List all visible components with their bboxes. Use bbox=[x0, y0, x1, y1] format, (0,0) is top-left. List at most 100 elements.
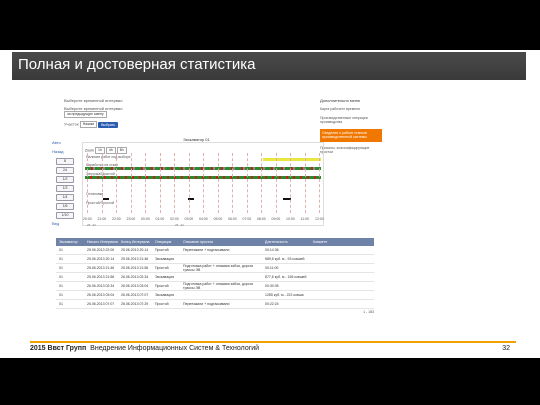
table-cell: 26.06.2013 07:29 bbox=[121, 302, 149, 306]
grid-line bbox=[174, 153, 175, 213]
table-cell: 01 bbox=[59, 302, 63, 306]
grid-line bbox=[130, 153, 132, 213]
time-tick: 03:00 bbox=[184, 217, 194, 221]
nav-auto[interactable]: Авто bbox=[52, 140, 78, 145]
table-row[interactable]: 01 25.06.2013 21:56 26.06.2013 02:34 Экскав… bbox=[56, 273, 374, 282]
menu-item-machine-info[interactable]: Сведения о работе станков производственн… bbox=[320, 128, 382, 142]
table-row[interactable]: 01 26.06.2013 02:34 26.06.2013 03:04 Просто… bbox=[56, 282, 374, 291]
date-label: 25. Jul bbox=[87, 223, 96, 227]
extra-menu: Дополнительно меню Карта рабочего времен… bbox=[320, 98, 382, 159]
menu-item-operations[interactable]: Производственные операции производства bbox=[320, 116, 382, 125]
stop-mark bbox=[103, 198, 109, 200]
area-select[interactable]: Нажим bbox=[79, 121, 97, 128]
title-bar: Полная и достоверная статистика bbox=[12, 52, 526, 80]
col-header[interactable]: Описание простоя bbox=[183, 240, 265, 244]
col-header[interactable]: Длительность bbox=[265, 240, 313, 244]
slide: Полная и достоверная статистика Выберите… bbox=[0, 0, 540, 405]
row-label-availability: Наличие работ под выборе bbox=[86, 155, 131, 159]
left-nav: Авто Назад 8 24 1/2 1/3 1/4 1/6 1/10 Вед bbox=[52, 138, 78, 230]
select-button[interactable]: Выбрать bbox=[98, 121, 119, 128]
table-cell: Простой bbox=[155, 302, 169, 306]
nav-fwd[interactable]: Вед bbox=[52, 221, 78, 226]
table-row[interactable]: 01 26.06.2013 07:07 26.06.2013 07:29 Просто… bbox=[56, 300, 374, 309]
chart-zoom: Zoom 1h 4h 8h bbox=[85, 147, 127, 154]
table-cell: 25.06.2013 21:56 bbox=[121, 266, 149, 270]
table-cell: 00:22:24 bbox=[265, 302, 279, 306]
grid-line bbox=[188, 153, 190, 213]
table-cell: Подготовка работ + отмывка забоя, дорога… bbox=[183, 282, 253, 290]
table-cell: Переезжали + подтаскивали bbox=[183, 302, 230, 306]
table-cell: 26.06.2013 02:34 bbox=[121, 275, 149, 279]
grid-line bbox=[290, 153, 291, 213]
table-row[interactable]: 01 25.06.2013 20:14 25.06.2013 21:46 Экскав… bbox=[56, 255, 374, 264]
nav-back[interactable]: Назад bbox=[52, 149, 78, 154]
col-header[interactable]: Начало Интервала bbox=[87, 240, 121, 244]
time-tick: 23:00 bbox=[126, 217, 136, 221]
zoom-1h[interactable]: 1h bbox=[94, 147, 105, 154]
grid-line bbox=[275, 153, 277, 213]
zoom-button-8[interactable]: 8 bbox=[56, 158, 74, 165]
zoom-button-1-3[interactable]: 1/3 bbox=[56, 185, 74, 192]
col-header[interactable]: Коммент bbox=[313, 240, 343, 244]
app-screenshot: Выберите временной интервал Выберите вре… bbox=[52, 92, 392, 328]
table-cell: Экскавация bbox=[155, 275, 175, 279]
time-tick: 22:00 bbox=[112, 217, 121, 221]
table-cell: 01 bbox=[59, 293, 63, 297]
menu-item-downtime-reasons[interactable]: Причины, классифицирующие простои bbox=[320, 146, 382, 155]
grid-line bbox=[232, 153, 233, 213]
time-tick: 06:00 bbox=[228, 217, 237, 221]
date-label: 26. Jul bbox=[175, 223, 184, 227]
table-cell: 01 bbox=[59, 275, 63, 279]
form-header: Выберите временной интервал bbox=[64, 98, 123, 103]
time-tick: 10:00 bbox=[286, 217, 295, 221]
footer: 2015 Ввст Групп Внедрение Информационных… bbox=[30, 341, 516, 357]
table-cell: 26.06.2013 02:34 bbox=[87, 284, 115, 288]
table-body: 01 25.06.2013 22:00 25.06.2013 20:14 Просто… bbox=[56, 246, 374, 309]
time-tick: 20:00 bbox=[83, 217, 92, 221]
table-cell: 26.06.2013 03:04 bbox=[121, 284, 149, 288]
zoom-button-1-4[interactable]: 1/4 bbox=[56, 194, 74, 201]
time-tick: 04:00 bbox=[199, 217, 208, 221]
table-cell: Экскавация bbox=[155, 293, 175, 297]
row-label-downtime: Простой/Простой bbox=[86, 201, 115, 205]
time-tick: 21:00 bbox=[97, 217, 107, 221]
col-header[interactable]: Операция bbox=[155, 240, 183, 244]
table-cell: 01 bbox=[59, 284, 63, 288]
zoom-button-1-6[interactable]: 1/6 bbox=[56, 203, 74, 210]
table-pager: 1 - 183 bbox=[363, 310, 374, 314]
table-cell: Экскавация bbox=[155, 257, 175, 261]
grid-line bbox=[203, 153, 204, 213]
grid-line bbox=[319, 153, 320, 213]
zoom-8h[interactable]: 8h bbox=[116, 147, 127, 154]
zoom-button-1-10[interactable]: 1/10 bbox=[56, 212, 74, 219]
table-cell: 25.06.2013 21:46 bbox=[121, 257, 149, 261]
slide-title: Полная и достоверная статистика bbox=[18, 56, 256, 73]
table-row[interactable]: 01 25.06.2013 21:46 25.06.2013 21:56 Просто… bbox=[56, 264, 374, 273]
time-tick: 07:00 bbox=[242, 217, 252, 221]
zoom-button-1-2[interactable]: 1/2 bbox=[56, 176, 74, 183]
table-cell: 25.06.2013 20:14 bbox=[121, 248, 149, 252]
col-header[interactable]: Экскаватор bbox=[56, 240, 87, 244]
time-tick: 02:00 bbox=[170, 217, 179, 221]
table-row[interactable]: 01 26.06.2013 03:04 26.06.2013 07:07 Экскав… bbox=[56, 291, 374, 300]
extra-menu-header: Дополнительно меню bbox=[320, 98, 361, 103]
menu-item-worktime[interactable]: Карта рабочего времени bbox=[320, 107, 382, 112]
interval-select[interactable]: за предыдущую смену bbox=[64, 111, 107, 118]
zoom-button-24[interactable]: 24 bbox=[56, 167, 74, 174]
interval-form: Выберите временной интервал Выберите вре… bbox=[64, 98, 164, 128]
time-tick: 11:00 bbox=[300, 217, 310, 221]
table-cell: 26.06.2013 03:04 bbox=[87, 293, 115, 297]
zoom-label: Zoom bbox=[85, 148, 94, 153]
table-cell: 877,6 куб. м - 156 ковшей bbox=[265, 275, 307, 279]
grid-line bbox=[217, 153, 219, 213]
time-tick: 09:00 bbox=[271, 217, 281, 221]
timeline-chart: Экскаватор 01 Zoom 1h 4h 8h Наличие рабо… bbox=[82, 137, 324, 227]
zoom-4h[interactable]: 4h bbox=[105, 147, 116, 154]
table-cell: 25.06.2013 22:00 bbox=[87, 248, 115, 252]
table-row[interactable]: 01 25.06.2013 22:00 25.06.2013 20:14 Просто… bbox=[56, 246, 374, 255]
table-cell: 01 bbox=[59, 266, 63, 270]
col-header[interactable]: Конец Интервала bbox=[121, 240, 155, 244]
chart-title: Экскаватор 01 bbox=[183, 137, 210, 142]
grid-line bbox=[116, 153, 117, 213]
footer-text: Внедрение Информационных Систем & Технол… bbox=[90, 345, 260, 352]
